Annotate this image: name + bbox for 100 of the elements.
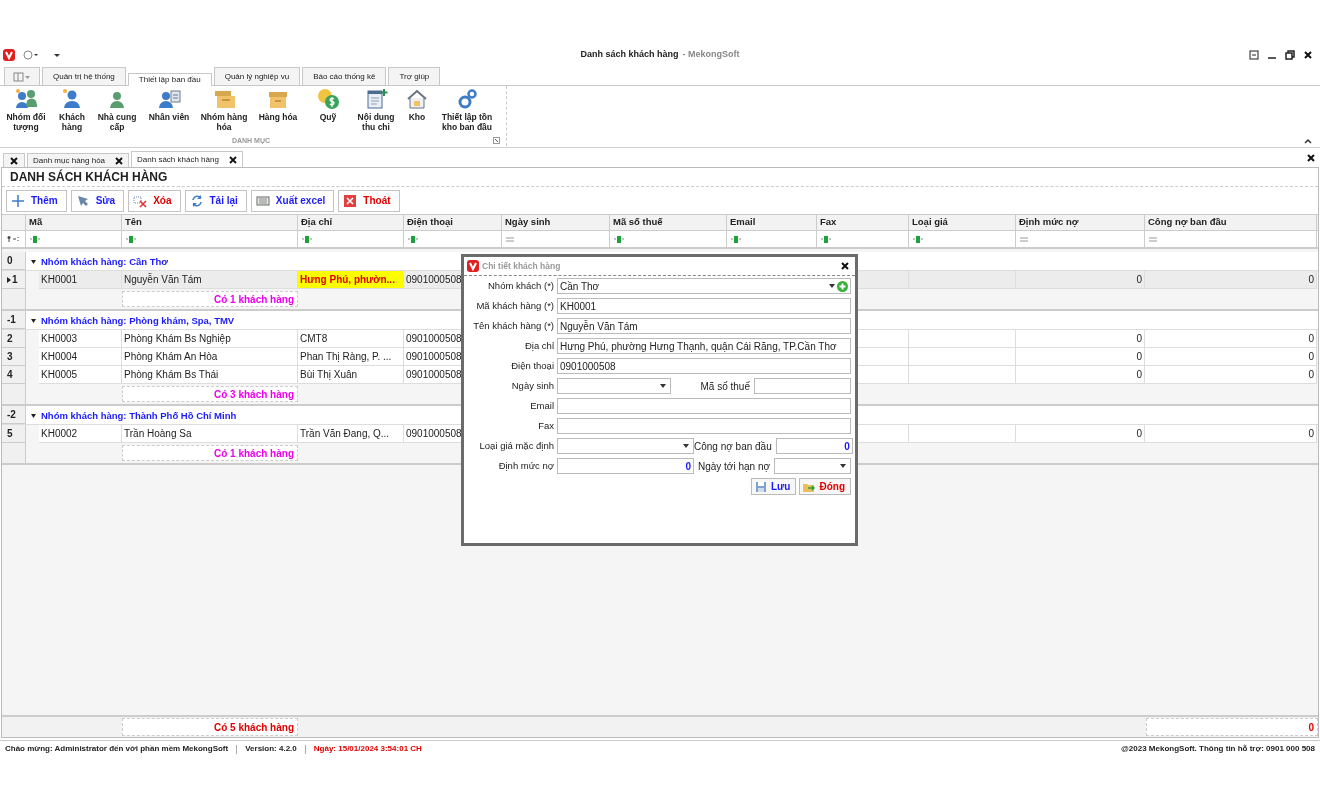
document-tab[interactable]: Danh sách khách hàng (131, 151, 243, 167)
row-header[interactable]: 5 (2, 425, 26, 443)
column-header[interactable]: Ngày sinh (502, 215, 610, 230)
tab-close-button[interactable] (3, 153, 25, 167)
table-cell: Nguyễn Văn Tám (122, 271, 298, 289)
dialog-button[interactable]: Lưu (751, 478, 797, 495)
expand-caret-icon[interactable] (30, 318, 37, 324)
ribbon-button[interactable]: Khách hàng (52, 88, 92, 132)
toolbar-button[interactable]: Xuất excel (250, 189, 335, 212)
table-cell: Trần Hoàng Sa (122, 425, 298, 443)
ribbon-button[interactable]: Nhà cung cấp (94, 88, 140, 132)
contains-filter-icon[interactable] (126, 235, 136, 243)
column-header[interactable]: Fax (817, 215, 909, 230)
ribbon-button[interactable]: Quỹ (306, 88, 350, 122)
ribbon-button[interactable]: Nhóm hàng hóa (198, 88, 250, 132)
row-header[interactable]: 2 (2, 330, 26, 348)
add-icon[interactable] (837, 280, 848, 292)
toolbar-button[interactable]: Xóa (128, 189, 181, 212)
toolbar-button[interactable]: Thêm (6, 189, 67, 212)
group-header[interactable]: Nhóm khách hàng: Thành Phố Hồ Chí Minh (41, 406, 237, 424)
ribbon-tab[interactable]: Báo cáo thống kê (302, 67, 387, 85)
contains-filter-icon[interactable] (30, 235, 40, 243)
ribbon-tab[interactable]: Thiết lập ban đầu (127, 73, 212, 86)
close-icon[interactable] (1306, 153, 1316, 163)
close-icon[interactable] (228, 155, 237, 164)
input-field[interactable] (557, 418, 851, 434)
dialog-button[interactable]: Đóng (799, 478, 851, 495)
ribbon-button[interactable]: Thiết lập tồn kho ban đầu (434, 88, 500, 132)
ribbon-tab[interactable]: Quản lý nghiệp vụ (213, 67, 301, 85)
column-header[interactable]: Địa chỉ (298, 215, 404, 230)
row-header[interactable]: 1 (2, 271, 26, 289)
column-header[interactable]: Điện thoại (404, 215, 502, 230)
document-tab[interactable]: Danh mục hàng hóa (27, 153, 130, 167)
contains-filter-icon[interactable] (408, 235, 418, 243)
row-header[interactable]: 0 (2, 252, 26, 270)
ribbon-button[interactable]: Nhân viên (142, 88, 196, 122)
column-header[interactable]: Công nợ ban đầu (1145, 215, 1317, 230)
row-header[interactable]: 3 (2, 348, 26, 366)
field-label: Địa chỉ (523, 338, 555, 353)
close-icon[interactable] (115, 156, 124, 165)
circle-dropdown-icon[interactable] (23, 49, 39, 61)
input-field[interactable]: 0 (557, 458, 694, 474)
expand-caret-icon[interactable] (30, 413, 37, 419)
group-header[interactable]: Nhóm khách hàng: Phòng khám, Spa, TMV (41, 311, 235, 329)
table-cell: 0 (1016, 425, 1145, 443)
contains-filter-icon[interactable] (821, 235, 831, 243)
dropdown-field[interactable] (557, 378, 671, 394)
row-header[interactable]: -2 (2, 406, 26, 424)
column-header[interactable]: Mã số thuế (610, 215, 727, 230)
input-field[interactable]: 0 (775, 438, 853, 454)
column-header[interactable]: Email (727, 215, 817, 230)
toolbar-button[interactable]: Sửa (70, 189, 125, 212)
ribbon-button[interactable]: Nội dung thu chi (352, 88, 400, 132)
app-logo-icon[interactable] (3, 49, 15, 61)
dropdown-field[interactable] (774, 458, 851, 474)
fullscreen-icon[interactable] (1249, 50, 1259, 60)
column-header[interactable]: Định mức nợ (1016, 215, 1145, 230)
ribbon-tab[interactable]: Trợ giúp (388, 67, 441, 85)
toolbar-button[interactable]: Thoát (338, 189, 400, 212)
dialog-launcher-icon[interactable] (493, 137, 500, 145)
column-header[interactable]: Mã (26, 215, 122, 230)
expand-caret-icon[interactable] (30, 259, 37, 265)
table-cell: Phòng Khám Bs Thái (122, 366, 298, 384)
input-field[interactable]: Hưng Phú, phường Hưng Thạnh, quận Cái Răng, TP.Cần Thơ (557, 338, 851, 354)
collapse-icon[interactable] (1304, 138, 1312, 144)
table-cell: Phòng Khám Bs Nghiệp (122, 330, 298, 348)
contains-filter-icon[interactable] (614, 235, 624, 243)
restore-icon[interactable] (1285, 50, 1295, 60)
row-header[interactable]: 4 (2, 366, 26, 384)
field-label: Mã số thuế (699, 379, 751, 394)
dropdown-caret-icon (829, 284, 835, 288)
page-title: DANH SÁCH KHÁCH HÀNG (10, 168, 168, 186)
dropdown-field[interactable]: Cần Thơ (557, 278, 851, 294)
input-field[interactable]: 0901000508 (557, 358, 851, 374)
ribbon-button[interactable]: Nhóm đối tượng (2, 88, 50, 132)
contains-filter-icon[interactable] (302, 235, 312, 243)
ribbon-button[interactable]: Hàng hóa (252, 88, 304, 122)
contains-filter-icon[interactable] (913, 235, 923, 243)
input-field[interactable] (557, 398, 851, 414)
table-cell: Bùi Thị Xuân (298, 366, 404, 384)
group-header[interactable]: Nhóm khách hàng: Cần Thơ (41, 252, 169, 270)
table-cell: 0 (1145, 348, 1317, 366)
app-logo-icon (467, 260, 479, 272)
dropdown-field[interactable] (557, 438, 694, 454)
toolbar-button[interactable]: Tải lại (184, 189, 247, 212)
row-header[interactable]: -1 (2, 311, 26, 329)
ribbon-tab[interactable]: Quản trị hệ thống (42, 67, 126, 85)
close-icon[interactable] (840, 261, 850, 271)
close-icon[interactable] (1303, 50, 1313, 60)
ribbon-button[interactable]: Kho (402, 88, 432, 122)
dropdown-caret-icon (660, 384, 666, 388)
column-header[interactable]: Tên (122, 215, 298, 230)
input-field[interactable] (754, 378, 851, 394)
column-header[interactable]: Loại giá (909, 215, 1016, 230)
input-field[interactable]: KH0001 (557, 298, 851, 314)
menu-tab[interactable] (4, 67, 40, 85)
input-field[interactable]: Nguyễn Văn Tám (557, 318, 851, 334)
contains-filter-icon[interactable] (731, 235, 741, 243)
table-cell: 0 (1016, 348, 1145, 366)
delete-icon (133, 193, 148, 208)
